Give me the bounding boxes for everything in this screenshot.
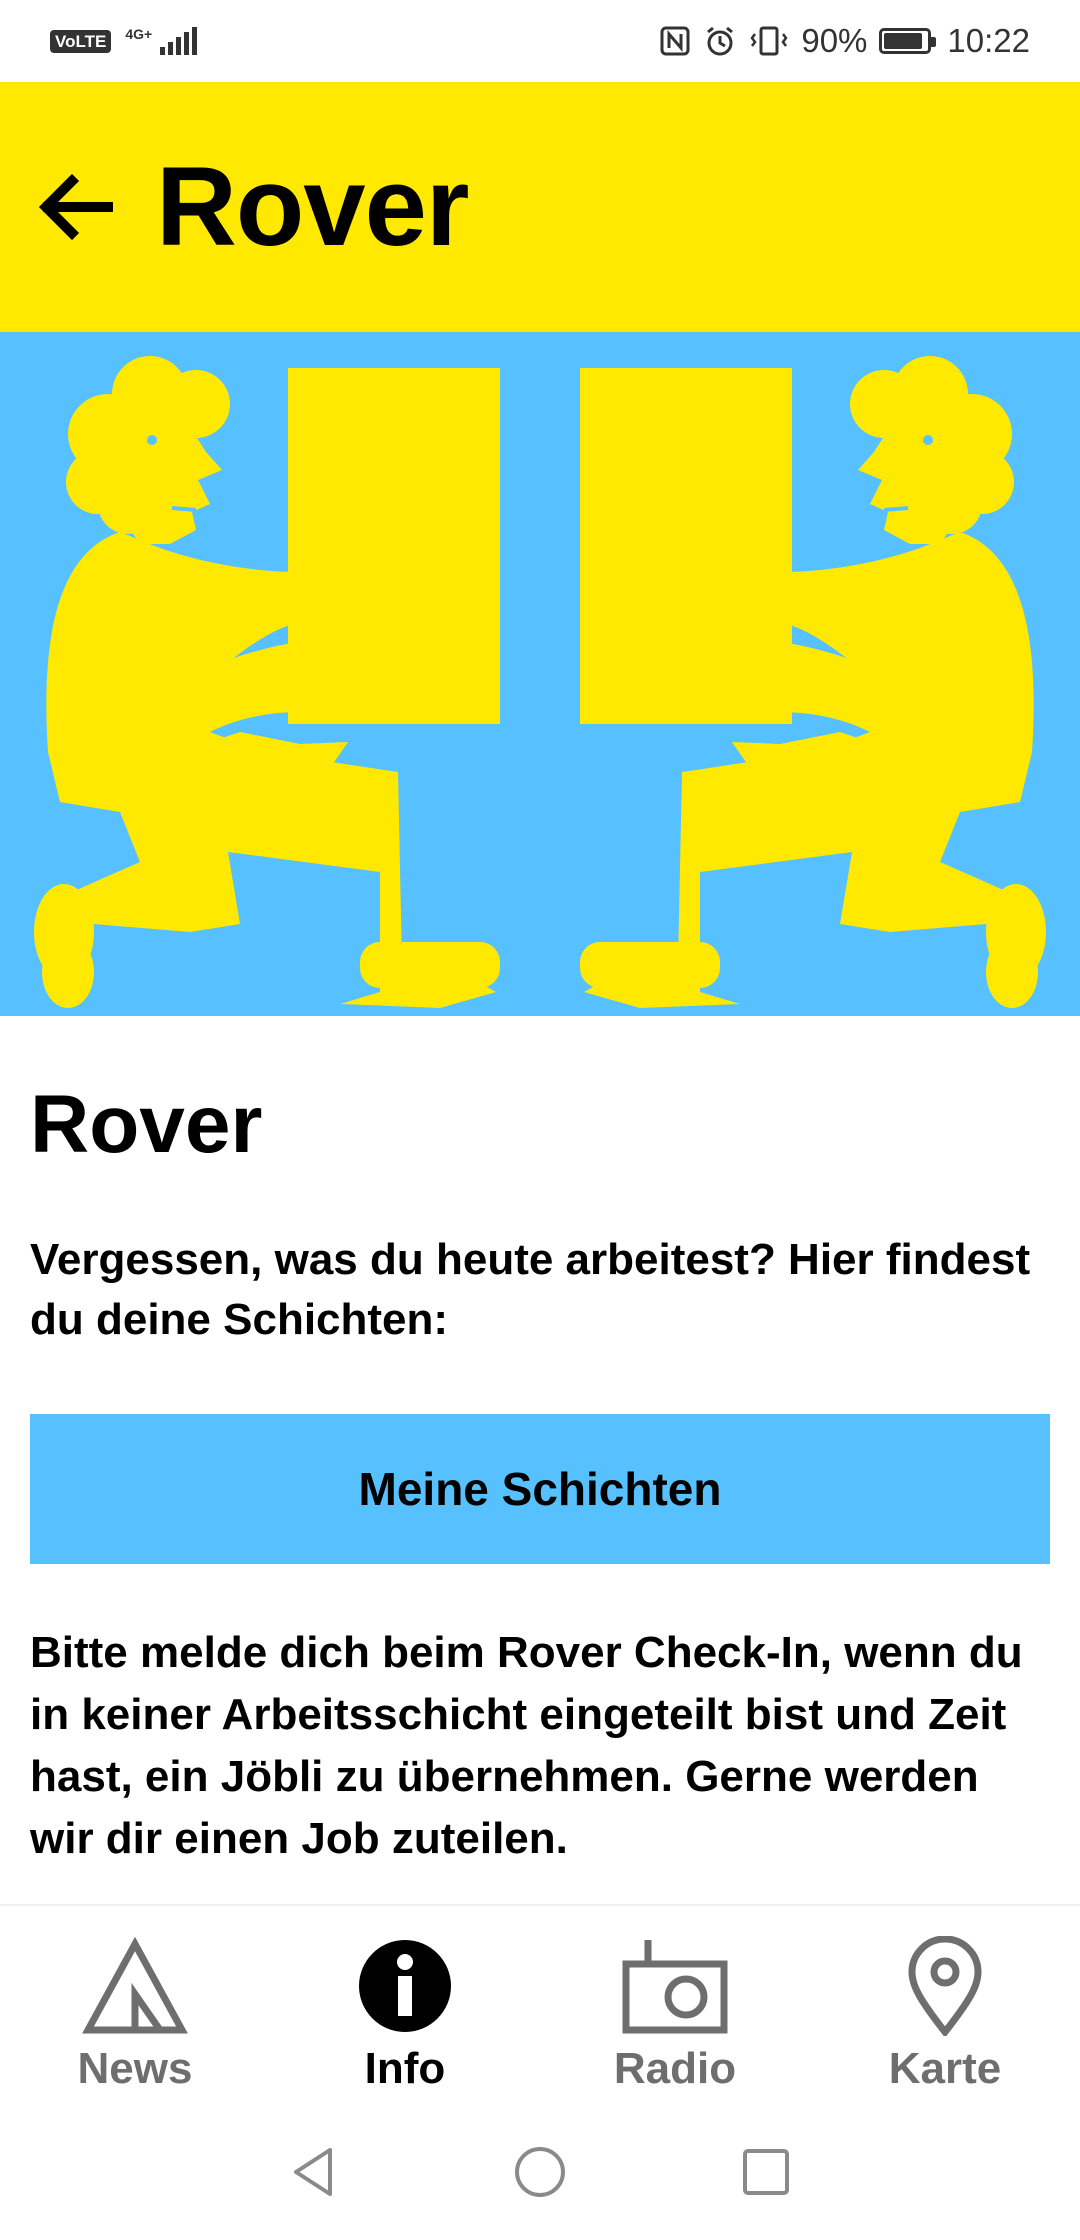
vibrate-icon <box>750 26 788 56</box>
main-content: Rover Vergessen, was du heute arbeitest?… <box>30 1016 1050 1870</box>
system-navigation <box>0 2104 1080 2240</box>
battery-icon <box>879 28 937 54</box>
figures-carrying-boxes-illustration <box>34 356 1046 1008</box>
nav-item-news[interactable]: News <box>0 1906 270 2104</box>
map-pin-icon <box>908 1936 982 2036</box>
alarm-icon <box>707 26 734 56</box>
tent-icon <box>82 1936 188 2034</box>
nav-item-radio[interactable]: Radio <box>540 1906 810 2104</box>
nav-label-info: Info <box>364 2044 446 2093</box>
nav-item-karte[interactable]: Karte <box>810 1906 1080 2104</box>
status-right: 90% 10:22 <box>659 22 1030 60</box>
nav-recents-icon[interactable] <box>738 2144 794 2200</box>
network-type: 4G+ <box>125 26 153 42</box>
info-icon <box>359 1940 451 2032</box>
nav-label-radio: Radio <box>613 2044 737 2093</box>
signal-icon <box>160 27 198 55</box>
my-shifts-button[interactable]: Meine Schichten <box>30 1414 1050 1564</box>
nav-home-icon[interactable] <box>512 2144 568 2200</box>
hero-illustration <box>0 332 1080 1016</box>
clock: 10:22 <box>947 22 1030 59</box>
app-header: Rover <box>0 82 1080 332</box>
status-left: VoLTE 4G+ <box>50 26 198 55</box>
nfc-icon <box>660 26 690 56</box>
nav-item-info[interactable]: Info <box>270 1906 540 2104</box>
status-bar: VoLTE 4G+ 90% 10:22 <box>0 0 1080 82</box>
checkin-text: Bitte melde dich beim Rover Check-In, we… <box>30 1628 1023 1863</box>
nav-label-karte: Karte <box>888 2044 1002 2093</box>
page-title: Rover <box>30 1079 263 1170</box>
battery-percentage: 90% <box>801 22 868 59</box>
header-title: Rover <box>156 144 469 269</box>
intro-text: Vergessen, was du heute arbeitest? Hier … <box>30 1235 1031 1344</box>
radio-icon <box>622 1940 728 2034</box>
bottom-navigation: News Info Radio Karte <box>0 1904 1080 2104</box>
nav-back-icon[interactable] <box>286 2144 342 2200</box>
volte-badge: VoLTE <box>50 29 112 53</box>
arrow-left-icon[interactable] <box>30 162 120 252</box>
nav-label-news: News <box>77 2044 193 2093</box>
